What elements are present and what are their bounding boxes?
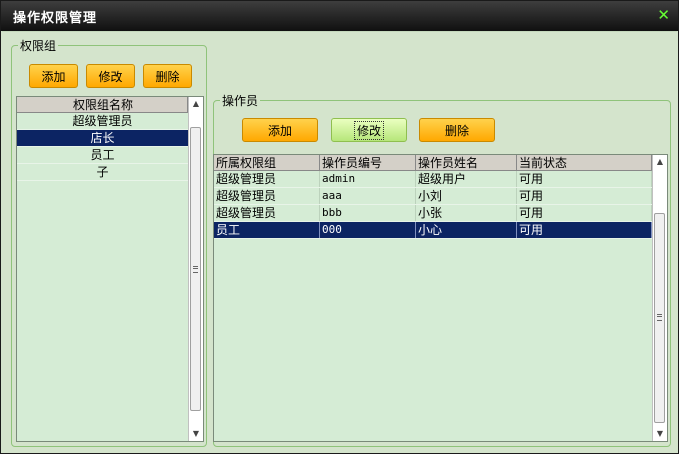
perm-list-scrollbar[interactable]: ▲ ▼: [188, 97, 203, 441]
cell-operator-id: bbb: [320, 205, 416, 221]
title-bar[interactable]: 操作权限管理 ✕: [1, 1, 678, 31]
cell-status: 可用: [517, 222, 652, 238]
close-icon[interactable]: ✕: [657, 6, 670, 24]
operator-edit-button[interactable]: 修改: [331, 118, 407, 142]
cell-operator-id: 000: [320, 222, 416, 238]
window-title: 操作权限管理: [13, 11, 98, 26]
col-status[interactable]: 当前状态: [517, 155, 652, 170]
perm-list-item[interactable]: 子: [17, 164, 188, 181]
perm-list-item-selected[interactable]: 店长: [17, 130, 188, 147]
cell-operator-name: 超级用户: [416, 171, 517, 187]
cell-status: 可用: [517, 205, 652, 221]
perm-list-item[interactable]: 超级管理员: [17, 113, 188, 130]
perm-list-scroll-thumb[interactable]: [190, 127, 201, 411]
perm-group-legend: 权限组: [20, 39, 57, 53]
cell-status: 可用: [517, 188, 652, 204]
cell-operator-id: admin: [320, 171, 416, 187]
app-window: 操作权限管理 ✕ 权限组 添加 修改 删除 权限组名称 超级管理员 店长 员工 …: [0, 0, 679, 454]
cell-group: 超级管理员: [214, 205, 320, 221]
operator-add-button[interactable]: 添加: [242, 118, 318, 142]
scroll-down-icon[interactable]: ▼: [653, 427, 667, 441]
operator-edit-label: 修改: [353, 120, 384, 140]
grip-icon: [193, 266, 198, 273]
table-row[interactable]: 超级管理员 admin 超级用户 可用: [214, 171, 652, 188]
perm-list-header-name[interactable]: 权限组名称: [17, 97, 188, 112]
window-content: 权限组 添加 修改 删除 权限组名称 超级管理员 店长 员工 子 ▲ ▼ 操作员…: [2, 31, 677, 453]
perm-list-item[interactable]: 员工: [17, 147, 188, 164]
table-row[interactable]: 超级管理员 bbb 小张 可用: [214, 205, 652, 222]
grip-icon: [657, 314, 662, 321]
operators-scroll-thumb[interactable]: [654, 213, 665, 423]
scroll-down-icon[interactable]: ▼: [189, 427, 203, 441]
operators-table-header[interactable]: 所属权限组 操作员编号 操作员姓名 当前状态: [214, 155, 652, 171]
perm-edit-button[interactable]: 修改: [86, 64, 135, 88]
col-operator-name[interactable]: 操作员姓名: [416, 155, 517, 170]
operators-legend: 操作员: [222, 94, 259, 108]
operator-delete-button[interactable]: 删除: [419, 118, 495, 142]
perm-group-list[interactable]: 权限组名称 超级管理员 店长 员工 子 ▲ ▼: [16, 96, 204, 442]
cell-operator-name: 小心: [416, 222, 517, 238]
scroll-up-icon[interactable]: ▲: [189, 97, 203, 111]
cell-group: 超级管理员: [214, 171, 320, 187]
cell-group: 员工: [214, 222, 320, 238]
cell-group: 超级管理员: [214, 188, 320, 204]
cell-status: 可用: [517, 171, 652, 187]
perm-list-header[interactable]: 权限组名称: [17, 97, 188, 113]
table-row[interactable]: 超级管理员 aaa 小刘 可用: [214, 188, 652, 205]
operators-table[interactable]: 所属权限组 操作员编号 操作员姓名 当前状态 超级管理员 admin 超级用户 …: [213, 154, 668, 442]
operators-table-scrollbar[interactable]: ▲ ▼: [652, 155, 667, 441]
cell-operator-name: 小张: [416, 205, 517, 221]
table-row-selected[interactable]: 员工 000 小心 可用: [214, 222, 652, 239]
cell-operator-name: 小刘: [416, 188, 517, 204]
scroll-up-icon[interactable]: ▲: [653, 155, 667, 169]
perm-delete-button[interactable]: 删除: [143, 64, 192, 88]
perm-add-button[interactable]: 添加: [29, 64, 78, 88]
col-operator-id[interactable]: 操作员编号: [320, 155, 416, 170]
cell-operator-id: aaa: [320, 188, 416, 204]
col-group[interactable]: 所属权限组: [214, 155, 320, 170]
